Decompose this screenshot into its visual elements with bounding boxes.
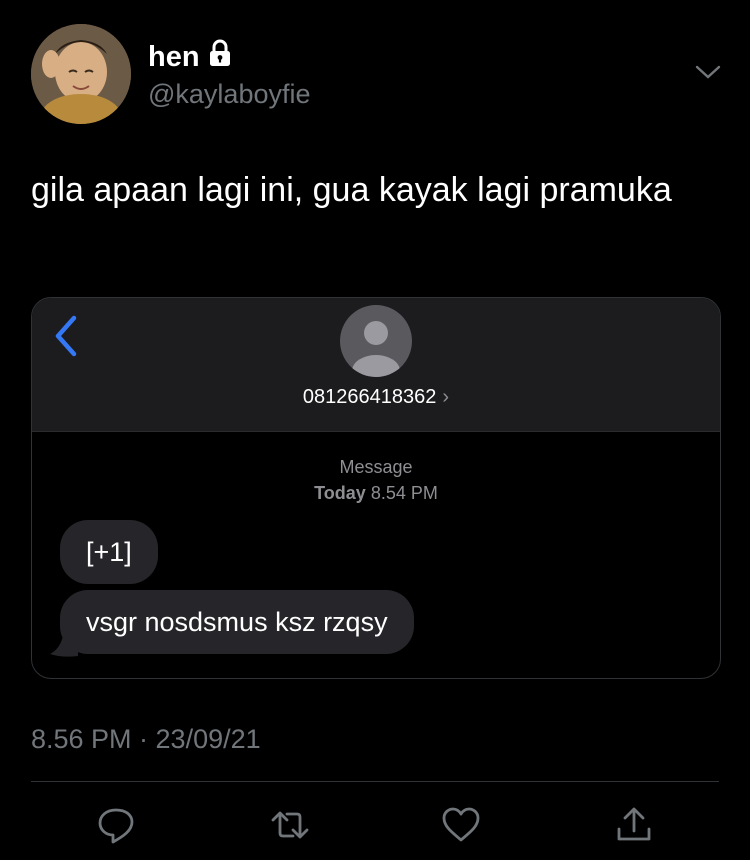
back-chevron-icon xyxy=(52,314,80,358)
message-date-day: Today xyxy=(314,483,366,503)
message-header: 081266418362 › xyxy=(32,298,720,432)
chevron-down-icon[interactable] xyxy=(694,62,722,82)
tweet-timestamp[interactable]: 8.56 PM · 23/09/21 xyxy=(31,724,261,755)
message-meta: Message Today 8.54 PM xyxy=(32,454,720,506)
message-date-time: 8.54 PM xyxy=(370,483,438,503)
contact-number-text: 081266418362 xyxy=(302,386,437,408)
author-handle[interactable]: @kaylaboyfie xyxy=(148,79,311,110)
author-name-row[interactable]: hen xyxy=(148,39,232,75)
bubble-tail-icon xyxy=(50,630,78,657)
contact-number: 081266418362 › xyxy=(32,386,720,409)
avatar[interactable] xyxy=(31,24,131,124)
retweet-icon[interactable] xyxy=(270,805,310,845)
message-label: Message xyxy=(339,457,413,477)
chevron-right-icon: › xyxy=(442,386,450,408)
tweet-media[interactable]: 081266418362 › Message Today 8.54 PM [+1]… xyxy=(31,297,721,679)
reply-icon[interactable] xyxy=(96,805,136,845)
display-name[interactable]: hen xyxy=(148,41,200,74)
tweet-text: gila apaan lagi ini, gua kayak lagi pram… xyxy=(31,171,672,209)
message-date: Today 8.54 PM xyxy=(32,480,720,506)
message-bubble: vsgr nosdsmus ksz rzqsy xyxy=(60,590,414,654)
contact-avatar-icon xyxy=(340,305,412,377)
divider xyxy=(31,781,719,782)
like-icon[interactable] xyxy=(441,805,481,845)
message-bubble: [+1] xyxy=(60,520,158,584)
lock-icon xyxy=(208,39,232,75)
share-icon[interactable] xyxy=(614,805,654,845)
